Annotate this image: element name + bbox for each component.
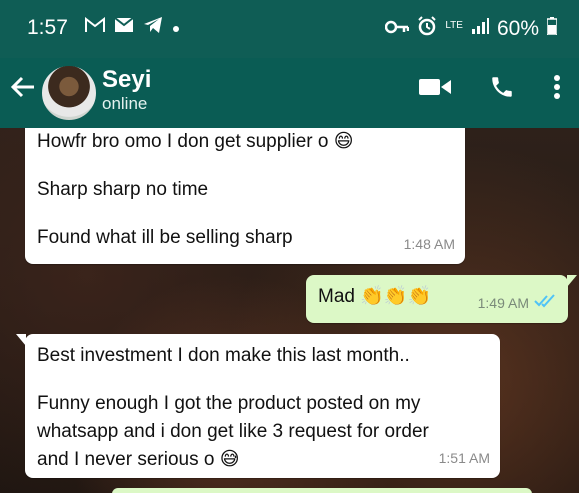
phone-icon[interactable] bbox=[489, 74, 515, 105]
message-text: Funny enough I got the product posted on… bbox=[37, 393, 421, 414]
message-time: 1:48 AM bbox=[403, 236, 455, 252]
mail-icon bbox=[114, 17, 134, 38]
contact-name[interactable]: Seyi bbox=[102, 66, 151, 94]
more-vert-icon[interactable] bbox=[553, 74, 561, 105]
key-icon bbox=[385, 18, 410, 39]
grinning-emoji-icon: 😄 bbox=[333, 131, 354, 152]
message-text: whatsapp and i don get like 3 request fo… bbox=[37, 421, 429, 442]
dot-icon bbox=[172, 17, 180, 38]
battery-percent: 60% bbox=[496, 16, 539, 40]
message-text: Sharp sharp no time bbox=[37, 179, 209, 201]
message-text: Best investment I don make this last mon… bbox=[37, 345, 410, 366]
clapping-hands-emoji-icon: 👏👏👏 bbox=[360, 286, 432, 307]
message-time: 1:51 AM bbox=[438, 450, 490, 466]
contact-status: online bbox=[102, 94, 148, 113]
message-text: and I never serious o 😅 bbox=[37, 446, 488, 474]
sweat-smile-emoji-icon: 😅 bbox=[219, 449, 240, 470]
message-outgoing-partial[interactable] bbox=[112, 488, 532, 493]
header-actions bbox=[419, 74, 561, 105]
message-text: Found what ill be selling sharp bbox=[37, 227, 293, 249]
system-icons: LTE 60% bbox=[385, 16, 558, 41]
chat-header: Seyi online bbox=[0, 58, 579, 128]
double-check-icon bbox=[534, 289, 556, 317]
alarm-icon bbox=[417, 16, 437, 41]
lte-label: LTE bbox=[445, 19, 463, 31]
status-bar: 1:57 LTE 60% bbox=[0, 0, 579, 58]
arrow-left-icon[interactable] bbox=[10, 75, 36, 105]
message-outgoing[interactable]: Mad 👏👏👏 1:49 AM bbox=[306, 275, 577, 323]
chat-area[interactable]: Howfr bro omo I don get supplier o 😄 Sha… bbox=[0, 128, 579, 493]
battery-icon bbox=[546, 17, 558, 40]
signal-icon bbox=[471, 18, 489, 39]
message-time: 1:49 AM bbox=[477, 295, 529, 311]
message-incoming[interactable]: Best investment I don make this last mon… bbox=[16, 334, 500, 478]
video-call-icon[interactable] bbox=[419, 77, 451, 102]
avatar[interactable] bbox=[40, 64, 98, 122]
telegram-icon bbox=[143, 16, 163, 39]
notification-icons bbox=[85, 16, 180, 39]
message-incoming[interactable]: Howfr bro omo I don get supplier o 😄 Sha… bbox=[25, 128, 465, 264]
gmail-icon bbox=[85, 16, 105, 38]
status-time: 1:57 bbox=[27, 16, 68, 39]
message-meta: 1:49 AM bbox=[478, 289, 556, 317]
message-text: Howfr bro omo I don get supplier o 😄 bbox=[37, 128, 453, 156]
